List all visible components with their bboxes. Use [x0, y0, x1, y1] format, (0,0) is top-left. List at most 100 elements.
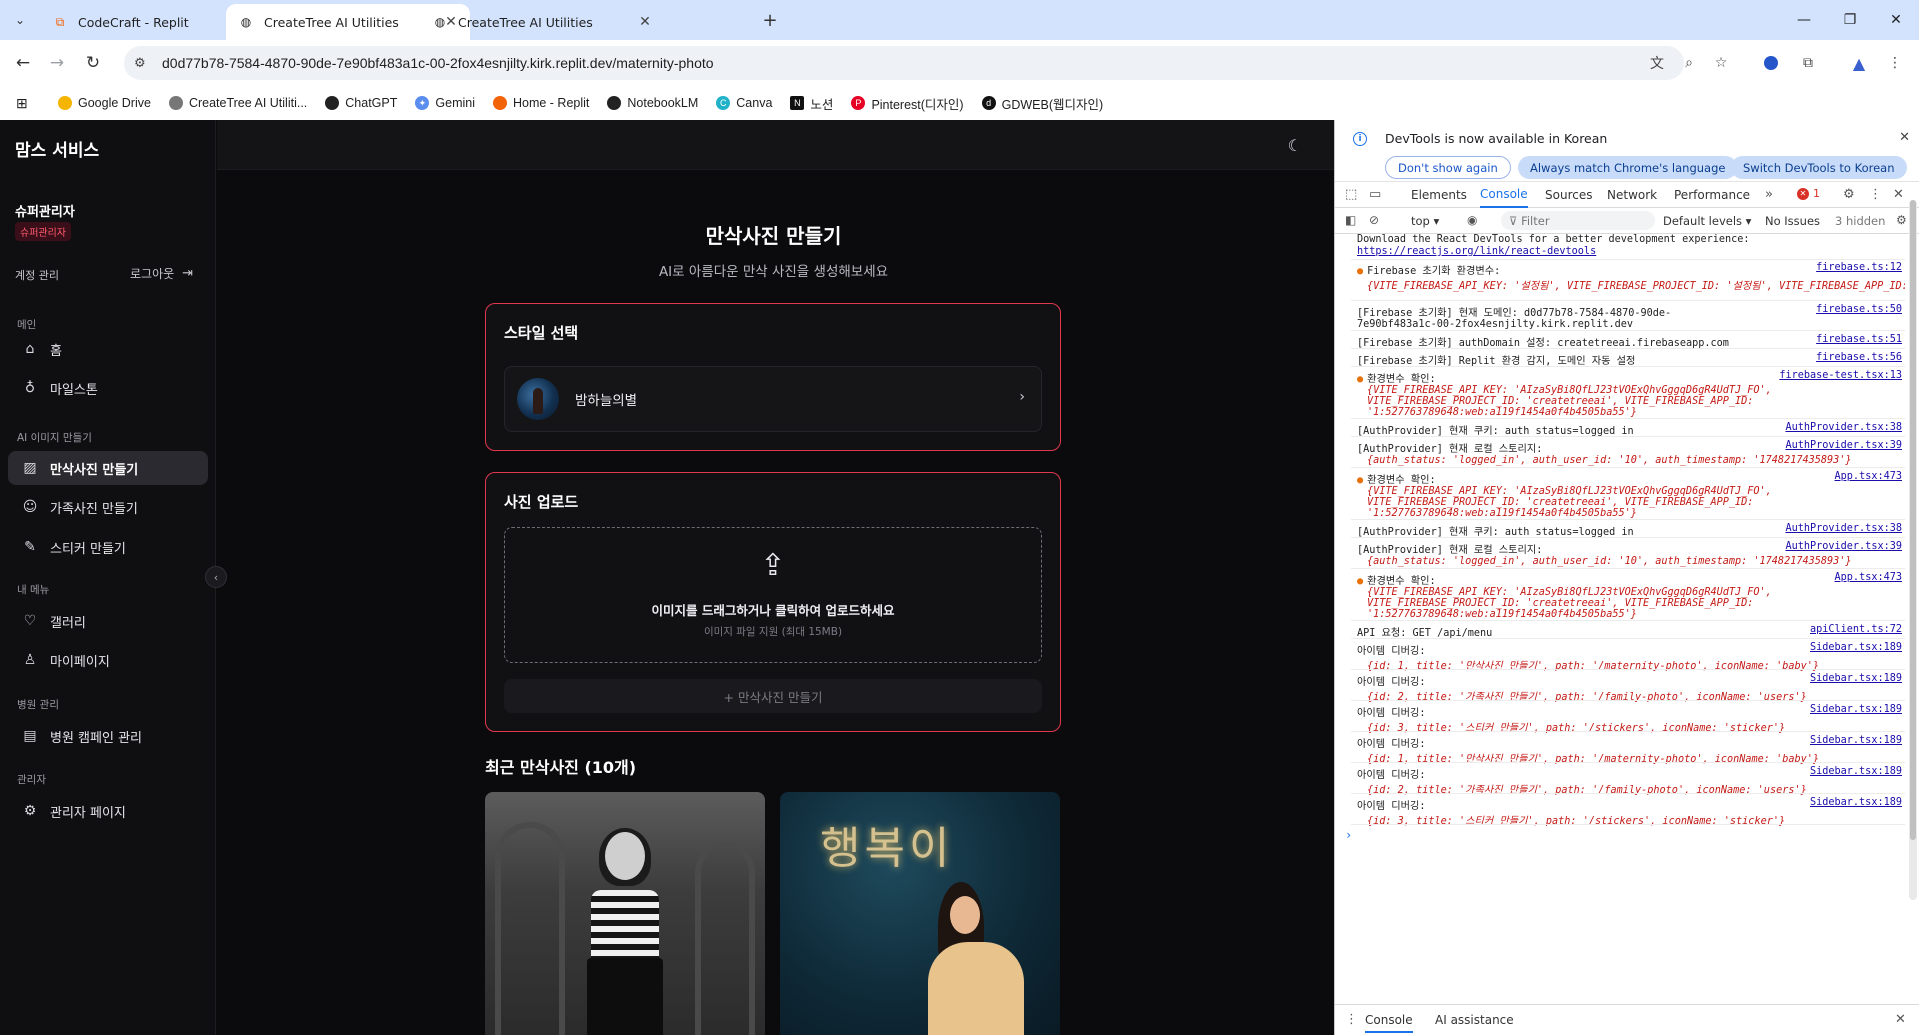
reload-icon[interactable]: ↻: [80, 50, 106, 76]
chrome-menu-icon[interactable]: ⋮: [1884, 52, 1906, 74]
console-scrollbar[interactable]: [1909, 200, 1917, 900]
drawer-tab-console[interactable]: Console: [1365, 1013, 1413, 1033]
filter-input[interactable]: ⊽ Filter: [1501, 211, 1655, 230]
close-tab-icon[interactable]: ✕: [636, 14, 654, 30]
sidebar-item-campaign[interactable]: ▤ 병원 캠페인 관리: [8, 719, 208, 753]
source-link[interactable]: Sidebar.tsx:189: [1810, 797, 1902, 808]
url-text[interactable]: d0d77b78-7584-4870-90de-7e90bf483a1c-00-…: [162, 55, 714, 71]
bookmark-notebooklm[interactable]: NotebookLM: [607, 96, 698, 110]
extension-blue-icon[interactable]: [1760, 52, 1782, 74]
source-link[interactable]: Sidebar.tsx:189: [1810, 673, 1902, 684]
source-link[interactable]: firebase.ts:50: [1816, 304, 1902, 315]
bookmark-gdweb[interactable]: d GDWEB(웹디자인): [981, 94, 1103, 113]
sidebar-item-home[interactable]: ⌂ 홈: [8, 332, 208, 366]
console-object[interactable]: {auth_status: 'logged_in', auth_user_id:…: [1357, 556, 1902, 567]
console-object[interactable]: {auth_status: 'logged_in', auth_user_id:…: [1357, 455, 1902, 466]
sidebar-item-mypage[interactable]: ♙ 마이페이지: [8, 643, 208, 677]
bookmark-star-icon[interactable]: ☆: [1710, 52, 1732, 74]
brand-title[interactable]: 맘스 서비스: [15, 136, 99, 161]
bookmark-chatgpt[interactable]: ChatGPT: [325, 96, 397, 110]
sidebar-item-sticker[interactable]: ✎ 스티커 만들기: [8, 530, 208, 564]
source-link[interactable]: firebase.ts:56: [1816, 352, 1902, 363]
close-window-button[interactable]: ✕: [1876, 6, 1916, 34]
account-manage-link[interactable]: 계정 관리: [15, 267, 59, 283]
levels-select[interactable]: Default levels ▾: [1663, 214, 1751, 228]
recent-photo-1[interactable]: [485, 792, 765, 1035]
console-output[interactable]: Download the React DevTools for a better…: [1335, 234, 1905, 914]
source-link[interactable]: firebase.ts:51: [1816, 334, 1902, 345]
tab-console[interactable]: Console: [1480, 182, 1528, 208]
tab-elements[interactable]: Elements: [1411, 182, 1467, 208]
error-count-badge[interactable]: ✕ 1: [1797, 187, 1820, 200]
clear-console-icon[interactable]: ⊘: [1369, 213, 1379, 227]
bookmark-google-drive[interactable]: Google Drive: [58, 96, 151, 110]
extensions-puzzle-icon[interactable]: ⧉: [1797, 52, 1819, 74]
console-prompt-icon[interactable]: ›: [1345, 828, 1352, 842]
address-bar[interactable]: ⚙ d0d77b78-7584-4870-90de-7e90bf483a1c-0…: [124, 46, 1684, 80]
source-link[interactable]: apiClient.ts:72: [1810, 624, 1902, 635]
profile-icon[interactable]: ▲: [1848, 52, 1870, 74]
issues-label[interactable]: No Issues: [1765, 214, 1820, 228]
source-link[interactable]: Sidebar.tsx:189: [1810, 735, 1902, 746]
minimize-button[interactable]: —: [1784, 6, 1824, 34]
source-link[interactable]: AuthProvider.tsx:39: [1785, 541, 1902, 552]
close-icon[interactable]: ✕: [1899, 130, 1910, 145]
sidebar-item-maternity[interactable]: ▨ 만삭사진 만들기: [8, 451, 208, 485]
eye-icon[interactable]: ◉: [1467, 213, 1477, 227]
console-settings-icon[interactable]: ⚙: [1896, 213, 1907, 227]
console-object[interactable]: {VITE_FIREBASE_API_KEY: '설정됨', VITE_FIRE…: [1357, 277, 1905, 292]
new-tab-button[interactable]: +: [758, 8, 782, 32]
close-devtools-icon[interactable]: ✕: [1893, 187, 1904, 202]
match-language-button[interactable]: Always match Chrome's language: [1518, 156, 1738, 179]
device-toolbar-icon[interactable]: ▭: [1369, 187, 1381, 202]
source-link[interactable]: AuthProvider.tsx:38: [1785, 523, 1902, 534]
tab-createtree[interactable]: ◍ CreateTree AI Utilities ✕: [420, 4, 664, 40]
settings-gear-icon[interactable]: ⚙: [1843, 187, 1855, 202]
devtools-link[interactable]: https://reactjs.org/link/react-devtools: [1357, 246, 1596, 257]
logout-button[interactable]: 로그아웃 ⇥: [130, 265, 193, 282]
bookmark-gemini[interactable]: ✦ Gemini: [415, 96, 475, 110]
recent-photo-2[interactable]: 행복이: [780, 792, 1060, 1035]
back-icon[interactable]: ←: [10, 50, 36, 76]
site-info-icon[interactable]: ⚙: [134, 56, 154, 71]
sidebar-collapse-button[interactable]: ‹: [205, 566, 227, 588]
bookmark-canva[interactable]: C Canva: [716, 96, 772, 110]
source-link[interactable]: Sidebar.tsx:189: [1810, 642, 1902, 653]
drawer-tab-ai-assistance[interactable]: AI assistance: [1435, 1013, 1514, 1027]
style-select-button[interactable]: 밤하늘의별 ›: [504, 366, 1042, 432]
source-link[interactable]: Sidebar.tsx:189: [1810, 766, 1902, 777]
source-link[interactable]: App.tsx:473: [1835, 471, 1902, 482]
translate-icon[interactable]: 文: [1646, 52, 1668, 74]
source-link[interactable]: firebase-test.tsx:13: [1779, 370, 1902, 381]
tab-network[interactable]: Network: [1607, 182, 1657, 208]
sidebar-item-family[interactable]: ☺ 가족사진 만들기: [8, 490, 208, 524]
sidebar-item-gallery[interactable]: ♡ 갤러리: [8, 604, 208, 638]
zoom-icon[interactable]: ⌕: [1678, 52, 1700, 74]
console-object[interactable]: {VITE_FIREBASE_API_KEY: 'AIzaSyBi8QfLJ23…: [1357, 385, 1777, 418]
console-object[interactable]: {VITE_FIREBASE_API_KEY: 'AIzaSyBi8QfLJ23…: [1357, 587, 1777, 620]
context-select[interactable]: top ▾: [1411, 214, 1439, 228]
source-link[interactable]: firebase.ts:12: [1816, 262, 1902, 273]
close-drawer-icon[interactable]: ✕: [1895, 1012, 1906, 1027]
source-link[interactable]: AuthProvider.tsx:39: [1785, 440, 1902, 451]
inspect-icon[interactable]: ⬚: [1345, 187, 1357, 202]
source-link[interactable]: AuthProvider.tsx:38: [1785, 422, 1902, 433]
sidebar-item-admin[interactable]: ⚙ 관리자 페이지: [8, 794, 208, 828]
apps-grid-icon[interactable]: ⊞: [16, 95, 38, 112]
source-link[interactable]: App.tsx:473: [1835, 572, 1902, 583]
bookmark-createtree[interactable]: CreateTree AI Utiliti...: [168, 96, 307, 110]
tab-sources[interactable]: Sources: [1545, 182, 1592, 208]
sidebar-item-milestone[interactable]: ♁ 마일스톤: [8, 371, 208, 405]
tab-search-icon[interactable]: ⌄: [8, 8, 32, 32]
bookmark-pinterest[interactable]: P Pinterest(디자인): [851, 94, 964, 113]
moon-icon[interactable]: ☾: [1288, 136, 1302, 155]
restore-button[interactable]: ❐: [1830, 6, 1870, 34]
kebab-menu-icon[interactable]: ⋮: [1869, 187, 1882, 202]
tab-performance[interactable]: Performance: [1674, 182, 1750, 208]
more-tabs-icon[interactable]: »: [1765, 187, 1773, 202]
dont-show-again-button[interactable]: Don't show again: [1385, 156, 1511, 179]
source-link[interactable]: Sidebar.tsx:189: [1810, 704, 1902, 715]
bookmark-replit[interactable]: Home - Replit: [492, 96, 589, 110]
drawer-menu-icon[interactable]: ⋮: [1345, 1012, 1358, 1027]
forward-icon[interactable]: →: [44, 50, 70, 76]
